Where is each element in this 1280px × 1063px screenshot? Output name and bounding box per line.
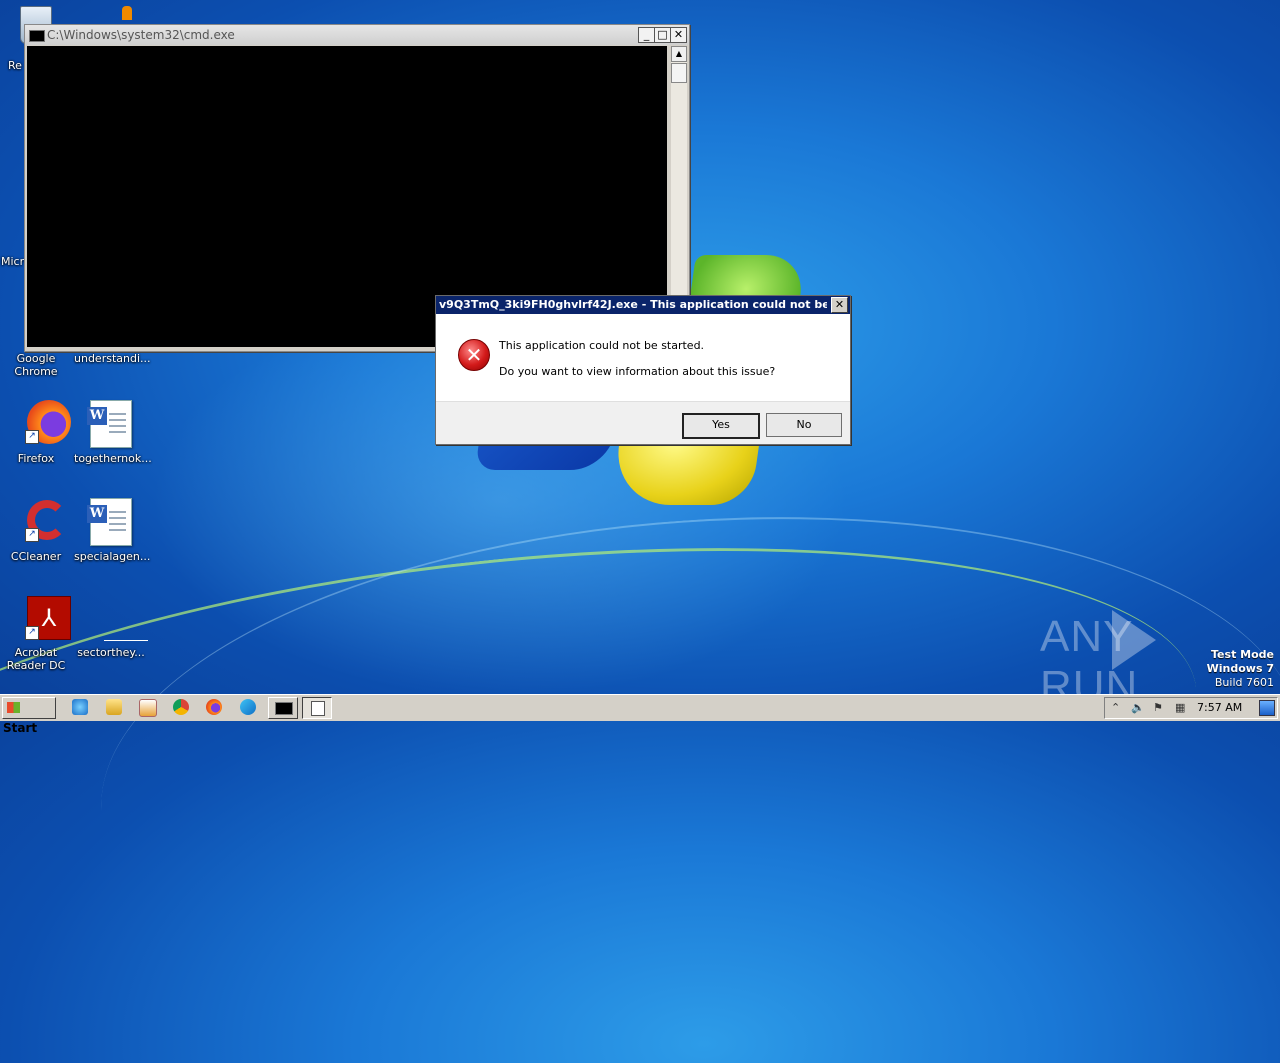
show-hidden-icons-icon[interactable]: ⌃ <box>1111 701 1120 714</box>
desktop-icon-label: Micr <box>1 255 25 268</box>
word-document-icon: W <box>87 400 132 448</box>
show-desktop-icon[interactable] <box>1259 700 1275 716</box>
taskbar-cmd-button[interactable] <box>268 697 298 719</box>
desktop-icon-acrobat-reader[interactable]: ⅄ ↗ Acrobat Reader DC <box>0 596 73 672</box>
windows-version-label: Windows 7 <box>1206 662 1274 675</box>
volume-icon[interactable]: 🔈 <box>1131 701 1145 714</box>
desktop-icon-togethernok[interactable]: W togethernok... <box>74 400 152 465</box>
windows-flag-icon <box>7 702 20 713</box>
minimize-button[interactable]: _ <box>638 27 655 43</box>
desktop-icon-specialagen[interactable]: W specialagen... <box>74 498 151 563</box>
system-tray: ⌃ 🔈 ⚑ ▦ 7:57 AM <box>1104 697 1278 719</box>
desktop-icon-ccleaner[interactable]: ↗ CCleaner <box>0 498 73 563</box>
cmd-titlebar[interactable]: C:\Windows\system32\cmd.exe _ □ ✕ <box>25 25 689 45</box>
shortcut-arrow-icon: ↗ <box>25 430 39 444</box>
desktop-icon-label: Firefox <box>17 452 55 465</box>
no-button[interactable]: No <box>766 413 842 437</box>
word-document-icon: W <box>87 498 132 546</box>
edge-taskbar-icon[interactable] <box>240 699 256 715</box>
scroll-up-arrow-icon[interactable]: ▲ <box>671 46 687 62</box>
build-label: Build 7601 <box>1214 676 1274 689</box>
yes-button[interactable]: Yes <box>682 413 760 439</box>
watermark-play-icon <box>1112 610 1156 670</box>
cmd-icon <box>275 702 293 715</box>
desktop-icon-label: togethernok... <box>74 452 152 465</box>
desktop-icon-label: Acrobat Reader DC <box>6 646 66 672</box>
error-icon: ✕ <box>458 339 490 371</box>
network-icon[interactable]: ▦ <box>1175 701 1185 714</box>
media-player-icon[interactable] <box>139 699 157 717</box>
vlc-icon <box>122 6 132 20</box>
desktop-icon-vlc[interactable] <box>90 6 164 20</box>
shortcut-arrow-icon: ↗ <box>25 626 39 640</box>
taskbar-dialog-button[interactable] <box>302 697 332 719</box>
dialog-message: This application could not be started. <box>499 339 705 352</box>
dialog-close-button[interactable]: ✕ <box>831 297 848 313</box>
maximize-button[interactable]: □ <box>654 27 671 43</box>
close-button[interactable]: ✕ <box>670 27 687 43</box>
start-button[interactable]: Start <box>2 697 56 735</box>
firefox-taskbar-icon[interactable] <box>206 699 222 715</box>
chrome-taskbar-icon[interactable] <box>173 699 189 715</box>
desktop-icon-label: CCleaner <box>10 550 62 563</box>
ccleaner-icon: ↗ <box>13 498 67 544</box>
dialog-question: Do you want to view information about th… <box>499 365 776 378</box>
action-center-flag-icon[interactable]: ⚑ <box>1153 701 1163 714</box>
dialog-titlebar[interactable]: v9Q3TmQ_3ki9FH0ghvlrf42J.exe - This appl… <box>436 296 850 314</box>
firefox-icon: ↗ <box>13 400 71 446</box>
test-mode-label: Test Mode <box>1211 648 1274 661</box>
clock[interactable]: 7:57 AM <box>1197 701 1242 714</box>
internet-explorer-icon[interactable] <box>72 699 88 715</box>
desktop-icon-label: specialagen... <box>74 550 151 563</box>
cmd-title: C:\Windows\system32\cmd.exe <box>47 28 235 42</box>
desktop-icon-label: understandi... <box>74 352 151 365</box>
cmd-icon <box>29 30 45 42</box>
desktop-icon-firefox[interactable]: ↗ Firefox <box>0 400 73 465</box>
shortcut-arrow-icon: ↗ <box>25 528 39 542</box>
desktop-icon-label: Google Chrome <box>14 352 58 378</box>
desktop-icon-label: Re <box>8 59 22 72</box>
dialog-footer: Yes No <box>436 401 850 444</box>
scroll-thumb[interactable] <box>671 63 687 83</box>
acrobat-icon: ⅄ ↗ <box>13 596 71 642</box>
desktop-icon-sectorthey[interactable]: sectorthey... <box>74 596 148 659</box>
dialog-title: v9Q3TmQ_3ki9FH0ghvlrf42J.exe - This appl… <box>439 298 827 311</box>
test-mode-notice: Test Mode Windows 7 Build 7601 <box>1207 648 1274 690</box>
start-label: Start <box>3 721 38 735</box>
error-dialog[interactable]: v9Q3TmQ_3ki9FH0ghvlrf42J.exe - This appl… <box>435 295 851 445</box>
application-window-icon <box>311 701 325 716</box>
desktop-icon-label: sectorthey... <box>77 646 145 659</box>
file-explorer-icon[interactable] <box>106 699 122 715</box>
taskbar: Start ⌃ 🔈 ⚑ ▦ 7:57 AM <box>0 694 1280 735</box>
